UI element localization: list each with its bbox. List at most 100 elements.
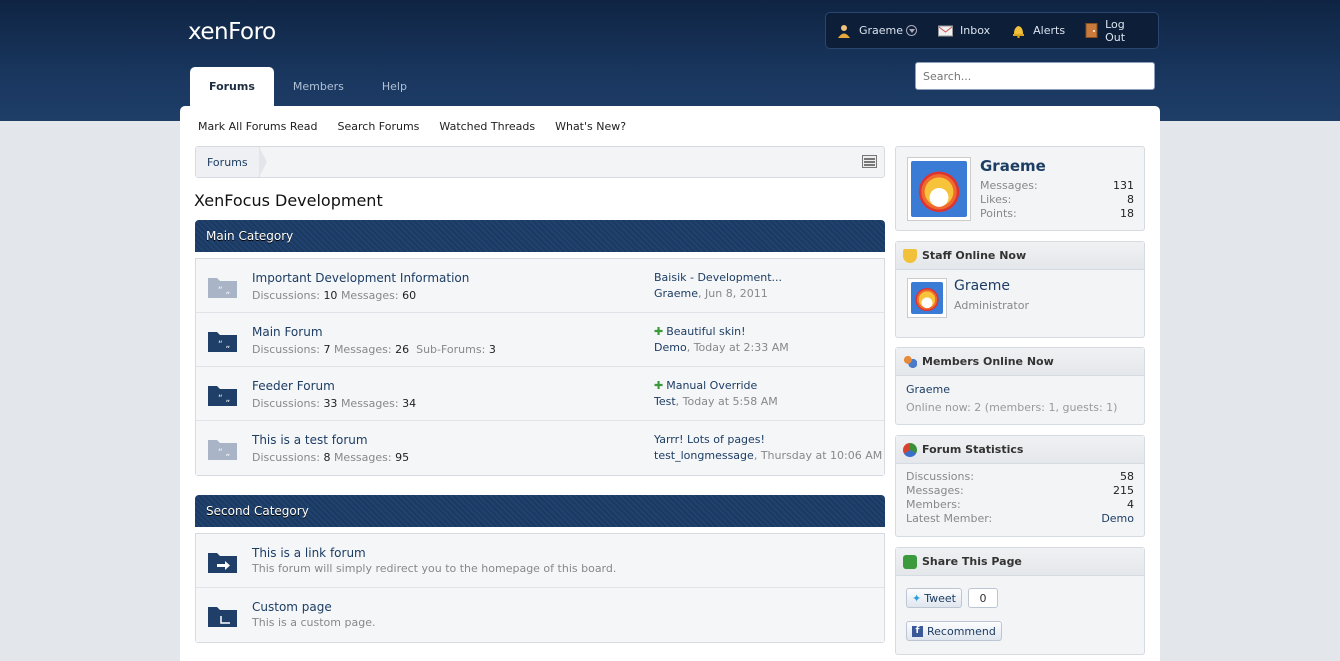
tab-help[interactable]: Help: [363, 67, 426, 106]
last-post-meta: Test, Today at 5:58 AM: [654, 395, 778, 408]
search-forums-link[interactable]: Search Forums: [338, 120, 420, 133]
last-post-title[interactable]: Baisik - Development...: [654, 271, 782, 284]
forum-node: “ „ Feeder Forum Discussions: 33 Message…: [196, 367, 884, 421]
forum-list: “ „ Important Development Information Di…: [195, 258, 885, 476]
last-post-meta: Demo, Today at 2:33 AM: [654, 341, 789, 354]
breadcrumb-forums[interactable]: Forums: [196, 147, 267, 177]
whats-new-link[interactable]: What's New?: [555, 120, 626, 133]
forum-title[interactable]: This is a link forum: [252, 546, 366, 560]
latest-member-link[interactable]: Demo: [1101, 512, 1134, 526]
avatar[interactable]: [907, 157, 971, 221]
avatar[interactable]: [907, 278, 947, 318]
stat-row: Latest Member: Demo: [906, 512, 1134, 526]
site-header: xenForo Graeme Inbox Alerts Log Out Foru…: [0, 0, 1340, 121]
forum-stats-panel: Forum Statistics Discussions: 58 Messages…: [895, 435, 1145, 537]
new-post-icon: ✚: [654, 379, 664, 392]
share-icon: [903, 554, 917, 569]
forum-stats: Discussions: 8 Messages: 95: [252, 451, 410, 464]
logout-label: Log Out: [1105, 17, 1126, 44]
page-title: XenFocus Development: [194, 191, 383, 210]
inbox-icon: [937, 23, 953, 39]
stat-row: Points: 18: [980, 207, 1134, 220]
last-post-user[interactable]: Graeme: [654, 287, 698, 300]
user-bar: Graeme Inbox Alerts Log Out: [825, 12, 1159, 49]
new-post-icon: ✚: [654, 325, 664, 338]
chevron-down-icon[interactable]: [906, 25, 918, 36]
category-title: Main Category: [206, 229, 294, 243]
forum-read-icon: “ „: [208, 440, 237, 460]
breadcrumb: Forums: [195, 146, 885, 178]
members-online-panel: Members Online Now Graeme Online now: 2 …: [895, 347, 1145, 425]
shield-icon: [903, 248, 917, 263]
forum-title[interactable]: Custom page: [252, 600, 332, 614]
tab-forums[interactable]: Forums: [190, 67, 274, 106]
sub-navigation: Mark All Forums Read Search Forums Watch…: [198, 120, 646, 133]
forum-title[interactable]: Feeder Forum: [252, 379, 335, 393]
inbox-label: Inbox: [960, 24, 991, 37]
recommend-widget: f Recommend: [906, 621, 1002, 641]
tab-members[interactable]: Members: [274, 67, 363, 106]
forum-description: This forum will simply redirect you to t…: [252, 562, 617, 575]
last-post-user[interactable]: test_longmessage: [654, 449, 754, 462]
forum-node: “ „ This is a test forum Discussions: 8 …: [196, 421, 884, 475]
page-content: Mark All Forums Read Search Forums Watch…: [180, 106, 1160, 661]
forum-node: “ „ Important Development Information Di…: [196, 259, 884, 313]
category-title: Second Category: [206, 504, 309, 518]
stat-row: Messages: 215: [906, 484, 1134, 497]
inbox-link[interactable]: Inbox: [937, 23, 990, 39]
recommend-button[interactable]: f Recommend: [906, 621, 1002, 641]
forum-stats-list: Discussions: 58 Messages: 215 Members: 4 La…: [906, 470, 1134, 526]
last-post: ✚ Manual Override: [654, 379, 757, 392]
alerts-link[interactable]: Alerts: [1010, 23, 1065, 39]
forum-title[interactable]: This is a test forum: [252, 433, 368, 447]
visitor-panel: Graeme Messages: 131 Likes: 8 Points: 18: [895, 146, 1145, 231]
site-logo[interactable]: xenForo: [188, 19, 276, 45]
last-post-title[interactable]: Manual Override: [666, 379, 757, 392]
forum-unread-icon: “ „: [208, 332, 237, 352]
user-icon: [836, 23, 852, 39]
stat-row: Discussions: 58: [906, 470, 1134, 483]
mark-all-read-link[interactable]: Mark All Forums Read: [198, 120, 318, 133]
alerts-label: Alerts: [1033, 24, 1066, 37]
watched-threads-link[interactable]: Watched Threads: [439, 120, 535, 133]
breadcrumb-menu-icon[interactable]: [862, 155, 877, 168]
last-post-user[interactable]: Demo: [654, 341, 687, 354]
staff-member-name[interactable]: Graeme: [954, 278, 1010, 294]
share-panel: Share This Page ✦ Tweet 0 f Recommend: [895, 547, 1145, 655]
last-post-user[interactable]: Test: [654, 395, 676, 408]
forum-stats-header: Forum Statistics: [896, 436, 1144, 464]
page-node: Custom page This is a custom page.: [196, 588, 884, 642]
category-header[interactable]: Main Category: [195, 220, 885, 252]
svg-text:“ „: “ „: [218, 448, 230, 458]
staff-online-panel: Staff Online Now Graeme Administrator: [895, 241, 1145, 338]
last-post-title[interactable]: Beautiful skin!: [666, 325, 745, 338]
stat-row: Messages: 131: [980, 179, 1134, 192]
forum-title[interactable]: Main Forum: [252, 325, 323, 339]
forum-stats: Discussions: 33 Messages: 34: [252, 397, 417, 410]
staff-member-role: Administrator: [954, 299, 1029, 312]
tweet-widget: ✦ Tweet 0: [906, 588, 998, 608]
user-menu[interactable]: Graeme: [836, 23, 918, 39]
forum-unread-icon: “ „: [208, 386, 237, 406]
logout-link[interactable]: Log Out: [1085, 18, 1138, 44]
category-header[interactable]: Second Category: [195, 495, 885, 527]
forum-stats: Discussions: 7 Messages: 26 Sub-Forums: …: [252, 343, 496, 356]
staff-online-header: Staff Online Now: [896, 242, 1144, 270]
share-header: Share This Page: [896, 548, 1144, 576]
forum-title[interactable]: Important Development Information: [252, 271, 469, 285]
last-post-meta: Graeme, Jun 8, 2011: [654, 287, 768, 300]
visitor-stats: Messages: 131 Likes: 8 Points: 18: [980, 179, 1134, 221]
page-icon: [208, 607, 237, 627]
twitter-icon: ✦: [912, 591, 922, 605]
svg-text:“ „: “ „: [218, 286, 230, 296]
search-input[interactable]: [915, 62, 1155, 90]
online-member-link[interactable]: Graeme: [906, 383, 950, 396]
tweet-button[interactable]: ✦ Tweet: [906, 588, 962, 608]
visitor-name[interactable]: Graeme: [980, 157, 1046, 175]
forum-stats: Discussions: 10 Messages: 60: [252, 289, 417, 302]
last-post-title[interactable]: Yarrr! Lots of pages!: [654, 433, 765, 446]
door-icon: [1085, 23, 1098, 39]
forum-list: This is a link forum This forum will sim…: [195, 533, 885, 643]
forum-description: This is a custom page.: [252, 616, 376, 629]
online-count: Online now: 2 (members: 1, guests: 1): [906, 401, 1118, 414]
